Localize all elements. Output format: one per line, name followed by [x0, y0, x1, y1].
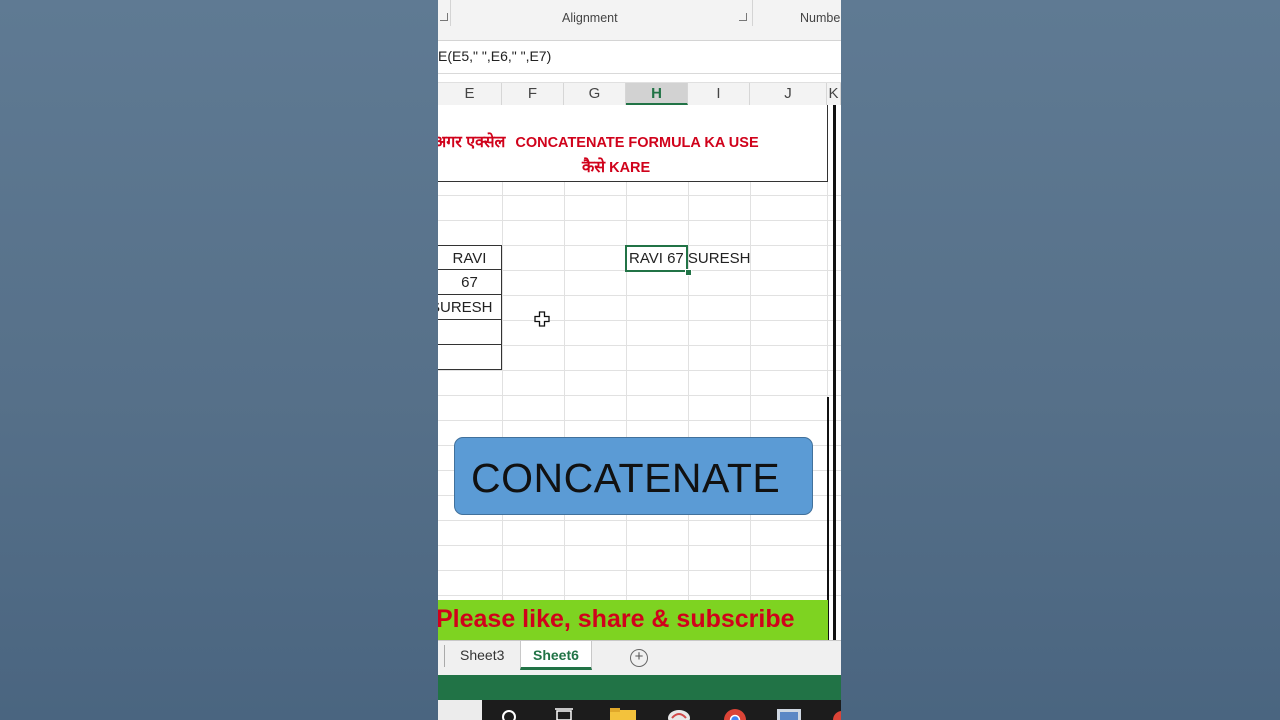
taskbar-left-area: [438, 700, 482, 720]
concatenate-banner: CONCATENATE: [454, 437, 813, 515]
column-header-j[interactable]: J: [750, 83, 827, 105]
chrome-icon[interactable]: [722, 708, 748, 720]
cell-e9[interactable]: [438, 345, 502, 370]
subscribe-text: Please like, share & subscribe: [438, 605, 795, 633]
grid-row-line: [438, 595, 841, 596]
title-english-2: KARE: [609, 160, 651, 176]
cross-cursor-icon: [534, 311, 550, 327]
spreadsheet-grid[interactable]: अगर एक्सेल CONCATENATE FORMULA KA USE कैस…: [438, 105, 841, 640]
alignment-launcher-icon[interactable]: [739, 13, 747, 21]
grid-row-line: [438, 195, 841, 196]
column-header-g[interactable]: G: [564, 83, 626, 105]
column-headers: E F G H I J K: [438, 82, 841, 106]
grid-row-line: [438, 545, 841, 546]
tab-sheet6[interactable]: Sheet6: [520, 641, 592, 670]
grid-row-line: [438, 370, 841, 371]
cell-e7[interactable]: SURESH: [438, 295, 502, 320]
grid-row-line: [438, 520, 841, 521]
taskbar: [438, 700, 841, 720]
grid-column-line: [750, 105, 751, 640]
title-line-2: कैसे KARE: [582, 155, 650, 177]
task-view-icon[interactable]: [554, 708, 574, 720]
grid-column-line: [626, 105, 627, 640]
formula-text[interactable]: E(E5," ",E6," ",E7): [438, 48, 551, 64]
formula-bar[interactable]: E(E5," ",E6," ",E7): [438, 41, 841, 74]
title-hindi-2: कैसे: [582, 159, 606, 176]
banner-text: CONCATENATE: [471, 455, 781, 501]
title-line-1: अगर एक्सेल CONCATENATE FORMULA KA USE: [438, 130, 798, 152]
search-icon[interactable]: [500, 708, 518, 720]
add-sheet-icon[interactable]: +: [630, 649, 648, 667]
dialog-launcher-icon[interactable]: [440, 13, 448, 21]
column-header-i[interactable]: I: [688, 83, 750, 105]
cell-e8[interactable]: [438, 320, 502, 345]
cell-e7-text: SURESH: [438, 299, 493, 316]
excel-window: Alignment Numbe E(E5," ",E6," ",E7) E F …: [438, 0, 841, 720]
cell-e5[interactable]: RAVI: [438, 245, 502, 270]
title-box: अगर एक्सेल CONCATENATE FORMULA KA USE कैस…: [438, 105, 828, 182]
ribbon-separator: [752, 0, 753, 26]
cell-e6[interactable]: 67: [438, 270, 502, 295]
title-english-1: CONCATENATE FORMULA KA USE: [515, 135, 759, 151]
grid-row-line: [438, 420, 841, 421]
tab-separator: [444, 645, 445, 667]
status-bar: [438, 675, 841, 700]
sheet-tabs: Sheet3 Sheet6 +: [438, 640, 841, 676]
column-header-e[interactable]: E: [438, 83, 502, 105]
grid-column-line: [502, 105, 503, 640]
right-border-line: [833, 105, 836, 640]
fill-handle[interactable]: [685, 269, 692, 276]
title-hindi-1: अगर एक्सेल: [438, 134, 506, 151]
grid-row-line: [438, 220, 841, 221]
ribbon-separator: [450, 0, 451, 26]
file-explorer-icon[interactable]: [610, 708, 636, 720]
grid-column-line: [688, 105, 689, 640]
control-panel-icon[interactable]: [776, 708, 802, 720]
alignment-group-label: Alignment: [562, 11, 618, 25]
grid-row-line: [438, 395, 841, 396]
result-text: RAVI 67 SURESH: [629, 250, 751, 267]
column-header-k[interactable]: K: [827, 83, 841, 105]
subscribe-bar: Please like, share & subscribe: [438, 600, 828, 640]
number-group-label: Numbe: [800, 11, 841, 25]
column-header-h[interactable]: H: [626, 83, 688, 105]
app-icon[interactable]: [832, 708, 841, 720]
grid-column-line: [564, 105, 565, 640]
column-header-f[interactable]: F: [502, 83, 564, 105]
tab-sheet3[interactable]: Sheet3: [448, 641, 516, 670]
grid-row-line: [438, 570, 841, 571]
app-icon[interactable]: [666, 708, 692, 720]
ribbon: Alignment Numbe: [438, 0, 841, 41]
